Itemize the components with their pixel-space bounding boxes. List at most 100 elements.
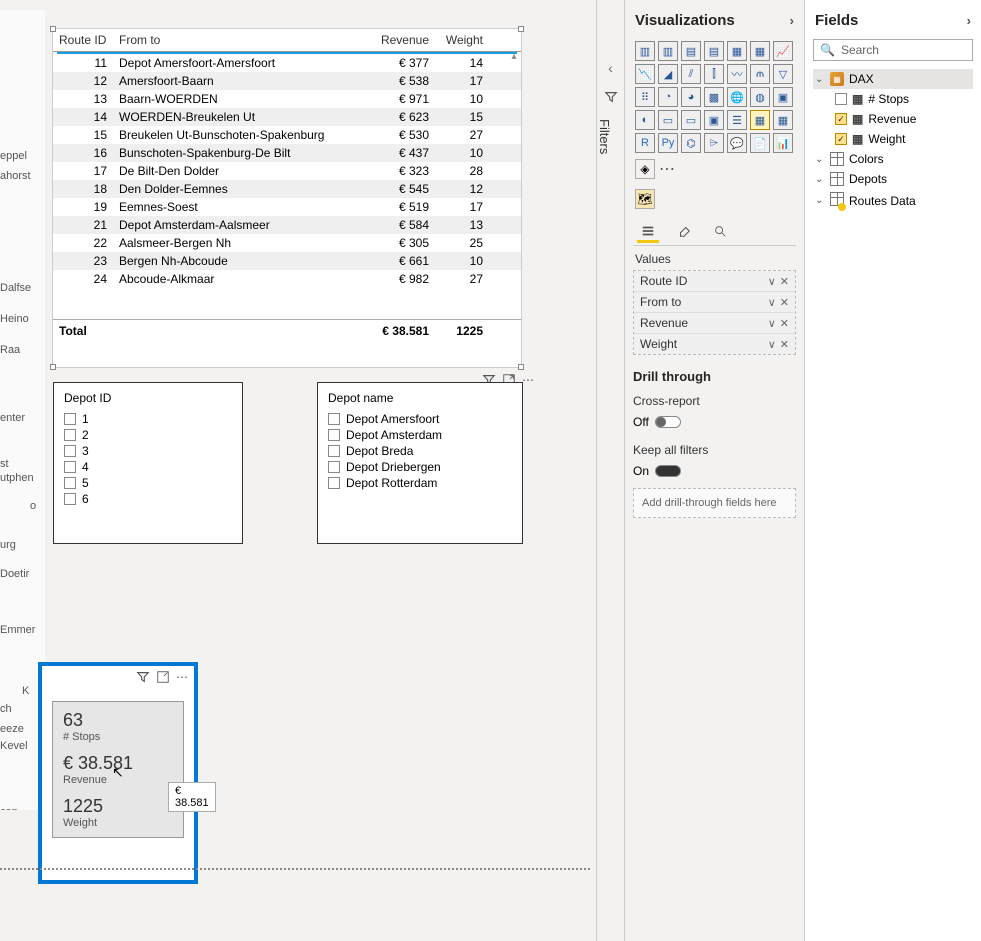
chevron-down-icon[interactable]: ∨ <box>768 296 776 309</box>
checkbox-icon[interactable] <box>328 461 340 473</box>
checkbox-icon[interactable] <box>64 413 76 425</box>
viz-type-waterfall[interactable]: ⫙ <box>750 64 770 84</box>
viz-type-narrative[interactable]: 📄 <box>750 133 770 153</box>
viz-type-kpi[interactable]: ▣ <box>704 110 724 130</box>
table-body[interactable]: 11Depot Amersfoort-Amersfoort€ 3771412Am… <box>53 54 521 319</box>
fields-field[interactable]: ✓▦Weight <box>813 129 973 149</box>
viz-type-map[interactable]: 🌐 <box>727 87 747 107</box>
viz-type-gauge[interactable]: ◐ <box>635 110 655 130</box>
slicer-option[interactable]: 3 <box>64 443 232 459</box>
col-header-weight[interactable]: Weight <box>429 33 489 47</box>
table-row[interactable]: 16Bunschoten-Spakenburg-De Bilt€ 43710 <box>53 144 521 162</box>
viz-type-clustered-bar[interactable]: ▤ <box>681 41 701 61</box>
viz-type-area[interactable]: 📉 <box>635 64 655 84</box>
checkbox-icon[interactable] <box>328 445 340 457</box>
fields-search[interactable]: 🔍 Search <box>813 39 973 61</box>
more-options-icon[interactable]: ⋯ <box>176 670 188 687</box>
col-header-fromto[interactable]: From to <box>119 33 364 47</box>
viz-type-pie[interactable]: ◔ <box>658 87 678 107</box>
field-checkbox[interactable]: ✓ <box>835 133 847 145</box>
fields-table[interactable]: ⌄Depots <box>813 169 973 189</box>
checkbox-icon[interactable] <box>64 477 76 489</box>
expand-filters-icon[interactable]: ‹ <box>597 60 624 76</box>
viz-type-line[interactable]: 📈 <box>773 41 793 61</box>
collapse-viz-icon[interactable]: › <box>790 13 794 28</box>
checkbox-icon[interactable] <box>328 413 340 425</box>
table-scrollbar[interactable]: ▴ <box>509 51 519 343</box>
fields-field[interactable]: ✓▦Revenue <box>813 109 973 129</box>
table-visual[interactable]: Route ID From to Revenue Weight 11Depot … <box>52 28 522 368</box>
table-row[interactable]: 19Eemnes-Soest€ 51917 <box>53 198 521 216</box>
viz-type-100-column[interactable]: ▦ <box>750 41 770 61</box>
viz-type-qa[interactable]: 💬 <box>727 133 747 153</box>
table-row[interactable]: 22Aalsmeer-Bergen Nh€ 30525 <box>53 234 521 252</box>
slicer-option[interactable]: 6 <box>64 491 232 507</box>
values-field-well[interactable]: Route ID∨✕From to∨✕Revenue∨✕Weight∨✕ <box>633 270 796 355</box>
col-header-routeid[interactable]: Route ID <box>59 33 119 47</box>
filters-pane-collapsed[interactable]: ‹ Filters <box>596 0 624 941</box>
viz-type-r[interactable]: R <box>635 133 655 153</box>
slicer-option[interactable]: Depot Rotterdam <box>328 475 512 491</box>
resize-handle[interactable] <box>50 26 56 32</box>
checkbox-icon[interactable] <box>64 493 76 505</box>
chevron-down-icon[interactable]: ∨ <box>768 275 776 288</box>
remove-field-icon[interactable]: ✕ <box>780 338 789 351</box>
viz-type-decomp[interactable]: ⌲ <box>704 133 724 153</box>
checkbox-icon[interactable] <box>64 429 76 441</box>
table-row[interactable]: 23Bergen Nh-Abcoude€ 66110 <box>53 252 521 270</box>
viz-type-filled-map[interactable]: ◍ <box>750 87 770 107</box>
value-well-item[interactable]: Route ID∨✕ <box>634 271 795 292</box>
custom-visual-icon[interactable]: 🗺 <box>635 189 655 209</box>
fields-table[interactable]: ⌄Routes Data <box>813 189 973 212</box>
checkbox-icon[interactable] <box>328 429 340 441</box>
table-row[interactable]: 12Amersfoort-Baarn€ 53817 <box>53 72 521 90</box>
card-visual-selected[interactable]: ⋯ 63 # Stops € 38.581 Revenue 1225 Weigh… <box>38 662 198 884</box>
keep-filters-toggle[interactable]: On <box>633 464 681 478</box>
slicer-option[interactable]: Depot Amersfoort <box>328 411 512 427</box>
resize-handle[interactable] <box>518 364 524 370</box>
slicer-option[interactable]: Depot Breda <box>328 443 512 459</box>
cross-report-toggle[interactable]: Off <box>633 415 681 429</box>
viz-type-stacked-area[interactable]: ◢ <box>658 64 678 84</box>
table-row[interactable]: 15Breukelen Ut-Bunschoten-Spakenburg€ 53… <box>53 126 521 144</box>
table-row[interactable]: 17De Bilt-Den Dolder€ 32328 <box>53 162 521 180</box>
viz-type-funnel[interactable]: ▽ <box>773 64 793 84</box>
slicer-option[interactable]: 4 <box>64 459 232 475</box>
value-well-item[interactable]: Weight∨✕ <box>634 334 795 354</box>
checkbox-icon[interactable] <box>64 445 76 457</box>
drillthrough-drop-zone[interactable]: Add drill-through fields here <box>633 488 796 518</box>
slicer-option[interactable]: 1 <box>64 411 232 427</box>
fields-table[interactable]: ⌄Colors <box>813 149 973 169</box>
col-header-revenue[interactable]: Revenue <box>364 33 429 47</box>
focus-mode-icon[interactable] <box>156 670 170 687</box>
value-well-item[interactable]: Revenue∨✕ <box>634 313 795 334</box>
slicer-option[interactable]: 2 <box>64 427 232 443</box>
viz-type-donut[interactable]: ◕ <box>681 87 701 107</box>
viz-type-stacked-bar[interactable]: ▥ <box>635 41 655 61</box>
more-options-icon[interactable]: ⋯ <box>522 373 534 390</box>
viz-type-clustered-column[interactable]: ▤ <box>704 41 724 61</box>
viz-type-scatter[interactable]: ⠿ <box>635 87 655 107</box>
table-row[interactable]: 11Depot Amersfoort-Amersfoort€ 37714 <box>53 54 521 72</box>
viz-type-matrix[interactable]: ▦ <box>773 110 793 130</box>
fields-tab[interactable] <box>637 221 659 243</box>
viz-type-key-influencers[interactable]: ⌬ <box>681 133 701 153</box>
viz-type-line-clustered[interactable]: ⫿ <box>704 64 724 84</box>
table-row[interactable]: 13Baarn-WOERDEN€ 97110 <box>53 90 521 108</box>
more-icon[interactable]: ⋯ <box>659 159 675 179</box>
checkbox-icon[interactable] <box>328 477 340 489</box>
remove-field-icon[interactable]: ✕ <box>780 296 789 309</box>
viz-type-table[interactable]: ▦ <box>750 110 770 130</box>
table-row[interactable]: 24Abcoude-Alkmaar€ 98227 <box>53 270 521 288</box>
table-row[interactable]: 14WOERDEN-Breukelen Ut€ 62315 <box>53 108 521 126</box>
slicer-option[interactable]: Depot Driebergen <box>328 459 512 475</box>
format-tab[interactable] <box>673 221 695 243</box>
analytics-tab[interactable] <box>709 221 731 243</box>
collapse-fields-icon[interactable]: › <box>967 13 971 28</box>
field-checkbox[interactable] <box>835 93 847 105</box>
viz-type-100-bar[interactable]: ▦ <box>727 41 747 61</box>
filter-icon[interactable] <box>136 670 150 687</box>
viz-type-stacked-column[interactable]: ▥ <box>658 41 678 61</box>
resize-handle[interactable] <box>50 364 56 370</box>
checkbox-icon[interactable] <box>64 461 76 473</box>
